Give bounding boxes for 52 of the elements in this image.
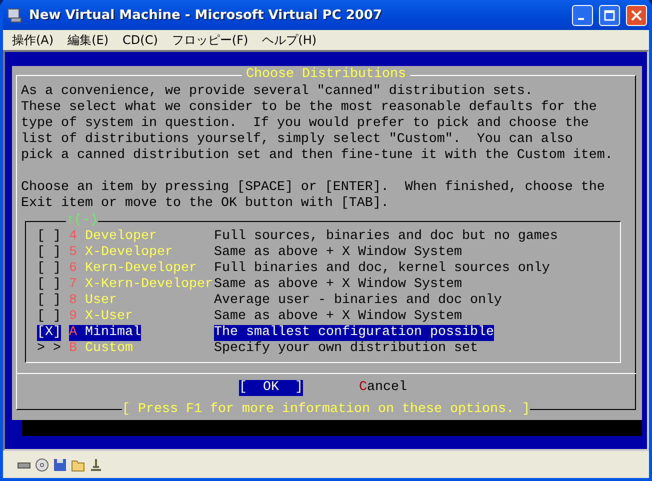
- maximize-button[interactable]: [599, 4, 620, 26]
- floppy-icon[interactable]: [53, 458, 67, 472]
- item-hotkey: 7: [69, 277, 77, 293]
- scroll-indicator: ↑(-): [66, 213, 98, 229]
- help-hint: [ Press F1 for more information on these options. ]: [122, 402, 530, 418]
- menu-item[interactable]: 編集(E): [62, 32, 114, 48]
- item-hotkey: A: [69, 325, 77, 341]
- item-description: The smallest configuration possible: [214, 325, 494, 341]
- instruction-text-line: Exit item or move to the OK button with [TAB].: [21, 196, 390, 212]
- close-icon: [631, 10, 642, 20]
- menu-item[interactable]: 操作(A): [7, 32, 59, 48]
- minimize-button[interactable]: [572, 4, 593, 26]
- minimize-icon: [578, 18, 584, 20]
- maximize-icon: [604, 10, 615, 20]
- dialog-button[interactable]: Cancel: [359, 380, 407, 396]
- item-description: Same as above + X Window System: [214, 309, 462, 325]
- intro-text-line: These select what we consider to be the most reasonable defaults for the: [21, 100, 598, 116]
- item-marker[interactable]: [ ]: [37, 245, 61, 261]
- menu-item[interactable]: フロッピー(F): [166, 32, 254, 48]
- item-marker[interactable]: [X]: [37, 325, 61, 341]
- window-title: New Virtual Machine - Microsoft Virtual PC 2007: [29, 8, 384, 22]
- item-description: Average user - binaries and doc only: [214, 293, 502, 309]
- dialog-button[interactable]: [ OK ]: [239, 380, 303, 396]
- computer-icon: [7, 7, 23, 23]
- item-hotkey: 6: [69, 261, 77, 277]
- item-description: Full binaries and doc, kernel sources only: [214, 261, 550, 277]
- item-marker[interactable]: [ ]: [37, 229, 61, 245]
- item-hotkey: 9: [69, 309, 77, 325]
- item-marker[interactable]: [ ]: [37, 309, 61, 325]
- intro-text-line: pick a canned distribution set and then fine-tune it with the Custom item.: [21, 148, 614, 164]
- item-marker[interactable]: > >: [37, 341, 61, 357]
- item-hotkey: 5: [69, 245, 77, 261]
- item-name[interactable]: Minimal: [77, 325, 141, 341]
- item-description: Same as above + X Window System: [214, 277, 462, 293]
- intro-text-line: As a convenience, we provide several "canned" distribution sets.: [21, 84, 534, 100]
- item-description: Full sources, binaries and doc but no games: [214, 229, 558, 245]
- item-hotkey: B: [69, 341, 77, 357]
- item-marker[interactable]: [ ]: [37, 277, 61, 293]
- item-description: Specify your own distribution set: [214, 341, 478, 357]
- menu-item[interactable]: CD(C): [118, 33, 163, 47]
- intro-text-line: type of system in question. If you would prefer to pick and choose the: [21, 116, 590, 132]
- instruction-text-line: Choose an item by pressing [SPACE] or [ENTER]. When finished, choose the: [21, 180, 606, 196]
- item-marker[interactable]: [ ]: [37, 293, 61, 309]
- menu-item[interactable]: ヘルプ(H): [257, 32, 322, 48]
- item-hotkey: 8: [69, 293, 77, 309]
- disc-icon[interactable]: [35, 458, 49, 472]
- item-description: Same as above + X Window System: [214, 245, 462, 261]
- item-hotkey: 4: [69, 229, 77, 245]
- close-button[interactable]: [626, 4, 647, 26]
- folder-icon[interactable]: [71, 458, 85, 472]
- intro-text-line: list of distributions yourself, simply select "Custom". You can also: [21, 132, 574, 148]
- item-marker[interactable]: [ ]: [37, 261, 61, 277]
